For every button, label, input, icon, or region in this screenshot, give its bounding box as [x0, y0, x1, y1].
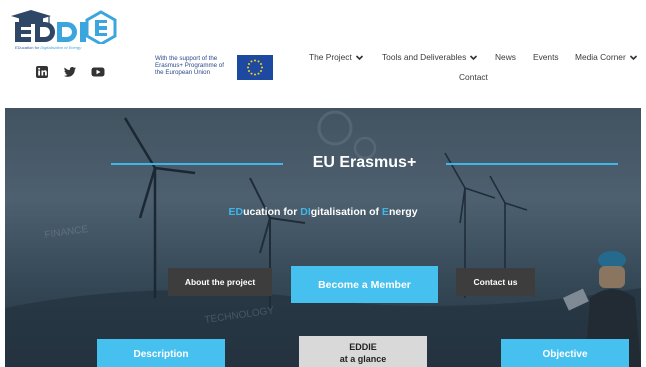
become-a-member-button[interactable]: Become a Member: [291, 266, 438, 303]
logo-tagline-prefix: EDucation for: [15, 45, 41, 50]
subtitle-highlight: ED: [228, 206, 244, 218]
eddie-logo-mark: [11, 10, 117, 46]
subtitle-text: ucation for: [243, 206, 301, 218]
chevron-down-icon: [470, 54, 478, 60]
nav-item-label: News: [495, 52, 516, 62]
hero-divider-right: [446, 163, 618, 165]
nav-item-label: Events: [533, 52, 559, 62]
nav-item-label: Tools and Deliverables: [382, 52, 467, 62]
nav-item-media-corner[interactable]: Media Corner: [575, 52, 638, 62]
nav-item-label: Contact: [459, 72, 488, 82]
nav-item-label: The Project: [309, 52, 352, 62]
hero-banner: FINANCE TECHNOLOGY EU Erasmus+ EDucation…: [5, 108, 641, 367]
nav-item-the-project[interactable]: The Project: [309, 52, 364, 62]
hero-subtitle: EDucation for DIgitalisation of Energy: [185, 206, 461, 218]
subtitle-text: gitalisation of: [310, 206, 382, 218]
linkedin-icon[interactable]: [35, 65, 49, 79]
social-links: [35, 65, 105, 79]
eddie-card-line1: EDDIE: [349, 342, 377, 352]
chevron-down-icon: [355, 54, 363, 60]
hero-divider-left: [111, 163, 283, 165]
nav-item-events[interactable]: Events: [533, 52, 559, 62]
eddie-at-a-glance-card[interactable]: EDDIE at a glance: [299, 336, 427, 367]
logo-tagline: EDucation for Digitalisation of Energy: [15, 45, 81, 50]
nav-item-contact[interactable]: Contact: [459, 72, 488, 82]
nav-item-label: Media Corner: [575, 52, 626, 62]
eddie-logo[interactable]: EDucation for Digitalisation of Energy: [9, 10, 129, 52]
twitter-icon[interactable]: [63, 65, 77, 79]
hero-overlay: [5, 108, 641, 367]
eddie-card-line2: at a glance: [339, 354, 387, 364]
chevron-down-icon: [629, 54, 637, 60]
nav-item-tools-and-deliverables[interactable]: Tools and Deliverables: [382, 52, 478, 62]
youtube-icon[interactable]: [91, 65, 105, 79]
eu-flag-icon: [237, 55, 273, 80]
description-card[interactable]: Description: [97, 339, 225, 367]
eu-support-text: With the support of the Erasmus+ Program…: [155, 55, 224, 76]
subtitle-highlight: D: [300, 206, 308, 218]
eu-support-badge: With the support of the Erasmus+ Program…: [155, 55, 275, 81]
nav-item-news[interactable]: News: [495, 52, 516, 62]
hero-title: EU Erasmus+: [312, 154, 417, 171]
subtitle-highlight: E: [381, 206, 389, 218]
about-the-project-button[interactable]: About the project: [168, 268, 272, 296]
contact-us-button[interactable]: Contact us: [456, 268, 535, 296]
site-header: EDucation for Digitalisation of Energy W…: [5, 4, 641, 108]
page: EDucation for Digitalisation of Energy W…: [5, 4, 641, 367]
logo-tagline-italic: Digitalisation of Energy: [40, 45, 82, 50]
subtitle-text: nergy: [388, 206, 418, 218]
objective-card[interactable]: Objective: [501, 339, 629, 367]
